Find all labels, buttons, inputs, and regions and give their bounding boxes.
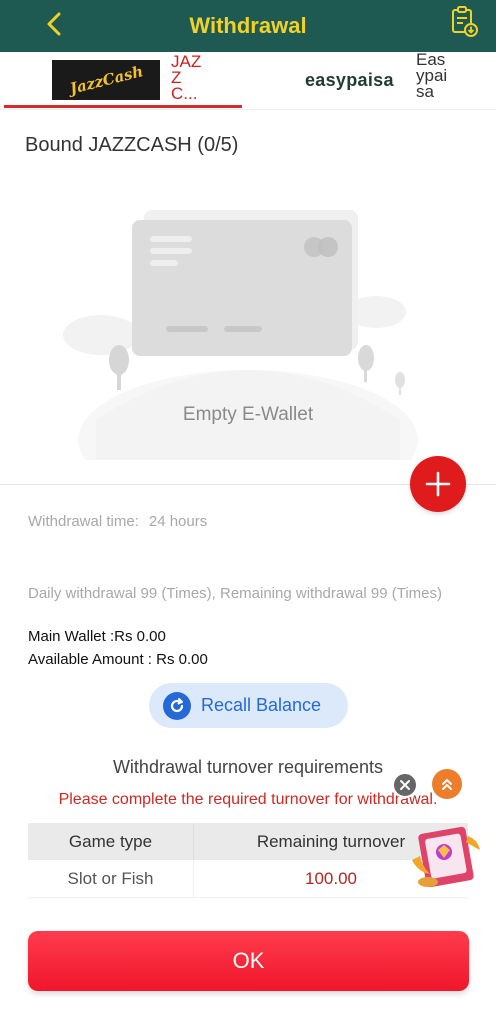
easypaisa-logo: easypaisa: [305, 70, 394, 90]
main-wallet-balance: Main Wallet :Rs 0.00: [28, 628, 166, 645]
chevron-left-icon: [47, 12, 61, 36]
page-title: Withdrawal: [189, 13, 307, 38]
payment-method-tabs: JazzCash JAZZC... easypaisa Easypaisa: [0, 50, 496, 110]
tab-jazzcash-label: JAZZC...: [171, 54, 202, 102]
clipboard-download-icon: [452, 6, 478, 37]
close-icon: [400, 780, 410, 790]
app-header: Withdrawal: [0, 0, 496, 52]
cell-game-type: Slot or Fish: [28, 860, 194, 897]
table-row: Slot or Fish 100.00: [28, 860, 468, 898]
ok-button[interactable]: OK: [28, 931, 469, 991]
available-amount: Available Amount : Rs 0.00: [28, 651, 208, 668]
empty-wallet-label: Empty E-Wallet: [182, 404, 314, 425]
close-promo-button[interactable]: [392, 772, 418, 798]
refresh-icon: [163, 691, 191, 720]
daily-withdrawal-info: Daily withdrawal 99 (Times), Remaining w…: [28, 585, 443, 602]
withdrawal-time-label: Withdrawal time:: [28, 513, 139, 530]
bound-account-label: Bound JAZZCASH (0/5): [25, 134, 239, 156]
tab-easypaisa[interactable]: easypaisa Easypaisa: [250, 50, 496, 110]
tab-easypaisa-label: Easypaisa: [416, 50, 448, 101]
tab-jazzcash[interactable]: JazzCash JAZZC...: [4, 52, 242, 110]
withdrawal-record-button[interactable]: [446, 4, 482, 40]
turnover-table: Game type Remaining turnover Slot or Fis…: [28, 823, 468, 898]
recall-balance-button[interactable]: Recall Balance: [149, 683, 348, 728]
active-tab-indicator: [4, 105, 242, 108]
plus-icon: [425, 471, 451, 497]
recall-balance-label: Recall Balance: [201, 695, 322, 715]
table-header: Game type Remaining turnover: [28, 823, 468, 860]
double-chevron-up-icon: [442, 779, 452, 790]
jazzcash-logo: JazzCash: [52, 60, 160, 100]
turnover-warning: Please complete the required turnover fo…: [58, 791, 438, 808]
ok-button-label: OK: [232, 948, 265, 973]
turnover-title: Withdrawal turnover requirements: [112, 757, 384, 777]
gift-box-icon[interactable]: [408, 812, 484, 890]
withdrawal-time-value: 24 hours: [148, 513, 208, 530]
header-game-type: Game type: [28, 823, 194, 860]
add-wallet-button[interactable]: [410, 456, 466, 512]
back-button[interactable]: [36, 6, 72, 42]
scroll-top-button[interactable]: [432, 769, 462, 799]
withdrawal-time: Withdrawal time: 24 hours: [28, 513, 207, 530]
